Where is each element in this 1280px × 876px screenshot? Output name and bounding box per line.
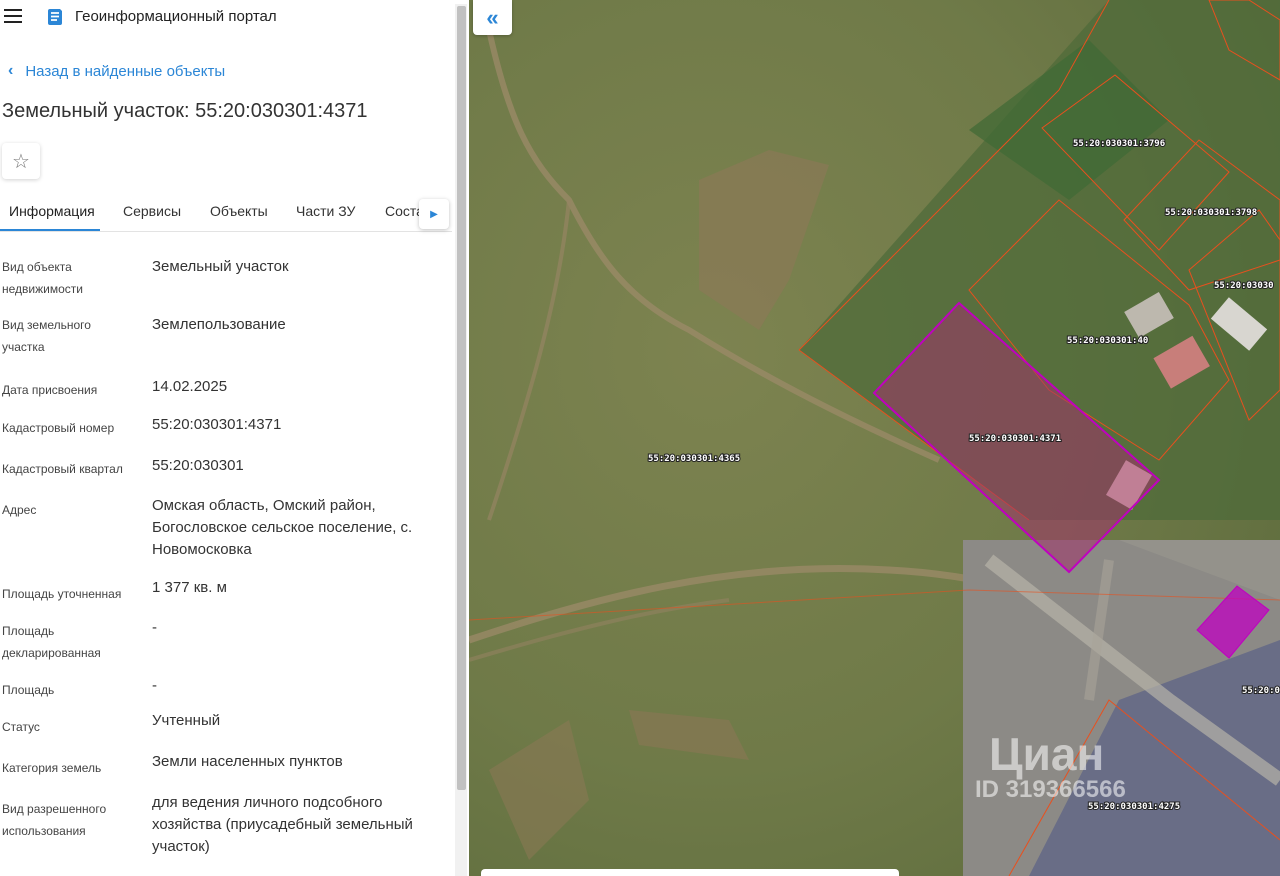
panel-scrollbar[interactable] bbox=[455, 4, 467, 876]
top-bar: Геоинформационный портал bbox=[0, 0, 452, 34]
back-to-results-link[interactable]: ‹ Назад в найденные объекты bbox=[8, 62, 225, 80]
address-value: Омская область, Омский район, Богословск… bbox=[152, 497, 413, 558]
property-value: 55:20:030301 bbox=[152, 457, 244, 474]
property-label: Вид объекта недвижимости bbox=[2, 260, 83, 296]
star-icon: ☆ bbox=[12, 150, 30, 173]
tab-info[interactable]: Информация bbox=[9, 203, 95, 219]
satellite-map[interactable]: 55:20:030301:3796 55:20:030301:3798 55:2… bbox=[469, 0, 1280, 876]
favorite-button[interactable]: ☆ bbox=[2, 143, 40, 179]
parcel-label: 55:20:030301:40 bbox=[1067, 336, 1148, 346]
property-label: Вид земельного участка bbox=[2, 318, 91, 354]
triangle-right-icon: ▶ bbox=[430, 208, 438, 220]
property-label: Дата присвоения bbox=[2, 383, 98, 397]
portal-logo-icon bbox=[48, 9, 62, 25]
property-value: 55:20:030301:4371 bbox=[152, 416, 282, 433]
property-label: Кадастровый номер bbox=[2, 421, 115, 435]
back-link-label: Назад в найденные объекты bbox=[25, 62, 226, 80]
property-label: Адрес bbox=[2, 503, 37, 517]
property-value: Земельный участок bbox=[152, 258, 289, 275]
parcel-label: 55:20:030301:4365 bbox=[648, 454, 740, 464]
property-value: для ведения личного подсобного хозяйства… bbox=[152, 794, 413, 855]
property-value: - bbox=[152, 677, 157, 694]
property-label: Категория земель bbox=[2, 761, 102, 775]
property-value: 1 377 кв. м bbox=[152, 579, 227, 596]
watermark-id: ID 319366566 bbox=[975, 776, 1126, 803]
watermark-brand: Циан bbox=[989, 728, 1104, 780]
map-view[interactable]: 55:20:030301:3796 55:20:030301:3798 55:2… bbox=[469, 0, 1280, 876]
page-title: Земельный участок: 55:20:030301:4371 bbox=[2, 100, 368, 122]
property-value: Землепользование bbox=[152, 316, 286, 333]
property-label: Статус bbox=[2, 720, 40, 734]
parcel-label: 55:20:030301:4275 bbox=[1088, 802, 1180, 812]
scrollbar-thumb[interactable] bbox=[457, 6, 466, 790]
tab-bar: Информация Сервисы Объекты Части ЗУ Сост… bbox=[0, 194, 452, 232]
parcel-label: 55:20:03030 bbox=[1214, 281, 1274, 291]
property-label: Площадь уточненная bbox=[2, 587, 122, 601]
collapse-panel-button[interactable]: « bbox=[473, 0, 512, 35]
tabs-scroll-right-button[interactable]: ▶ bbox=[419, 199, 449, 229]
chevron-left-icon: ‹ bbox=[8, 62, 14, 79]
double-chevron-left-icon: « bbox=[486, 4, 499, 30]
app-title: Геоинформационный портал bbox=[75, 8, 277, 25]
menu-icon[interactable] bbox=[4, 9, 22, 23]
tab-services[interactable]: Сервисы bbox=[123, 203, 181, 219]
parcel-label: 55:20:030301:3798 bbox=[1165, 208, 1257, 218]
property-label: Площадь bbox=[2, 683, 55, 697]
parcel-label: 55:20:0 bbox=[1242, 686, 1280, 696]
tab-objects[interactable]: Объекты bbox=[210, 203, 268, 219]
property-label: Площадь декларированная bbox=[2, 624, 101, 660]
parcel-label: 55:20:030301:4371 bbox=[969, 434, 1061, 444]
active-tab-indicator bbox=[0, 229, 100, 231]
property-value: 14.02.2025 bbox=[152, 378, 228, 395]
tab-parts[interactable]: Части ЗУ bbox=[296, 203, 355, 219]
property-value: Земли населенных пунктов bbox=[152, 753, 343, 770]
property-label: Вид разрешенного использования bbox=[2, 802, 107, 838]
parcel-label: 55:20:030301:3796 bbox=[1073, 139, 1165, 149]
property-value: Учтенный bbox=[152, 712, 221, 729]
property-label: Кадастровый квартал bbox=[2, 462, 123, 476]
info-panel: Геоинформационный портал ‹ Назад в найде… bbox=[0, 0, 469, 876]
property-value: - bbox=[152, 619, 157, 636]
bottom-panel-handle[interactable] bbox=[481, 869, 899, 876]
